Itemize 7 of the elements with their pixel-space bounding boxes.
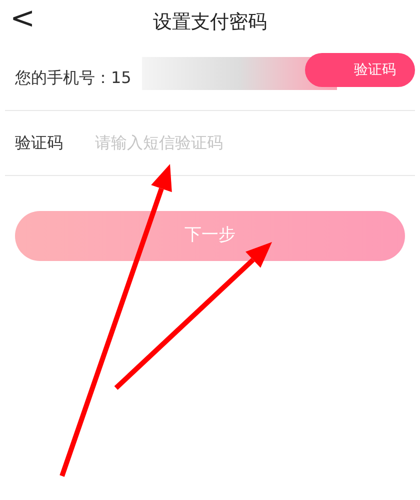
phone-number: 15 — [111, 66, 132, 88]
get-code-button[interactable]: 验证码 — [305, 53, 415, 87]
page-title: 设置支付密码 — [153, 10, 267, 36]
code-label: 验证码 — [15, 132, 64, 154]
phone-label: 您的手机号： — [15, 66, 111, 88]
code-input-field[interactable]: 请输入短信验证码 — [95, 131, 415, 155]
back-button[interactable]: < — [10, 4, 36, 34]
